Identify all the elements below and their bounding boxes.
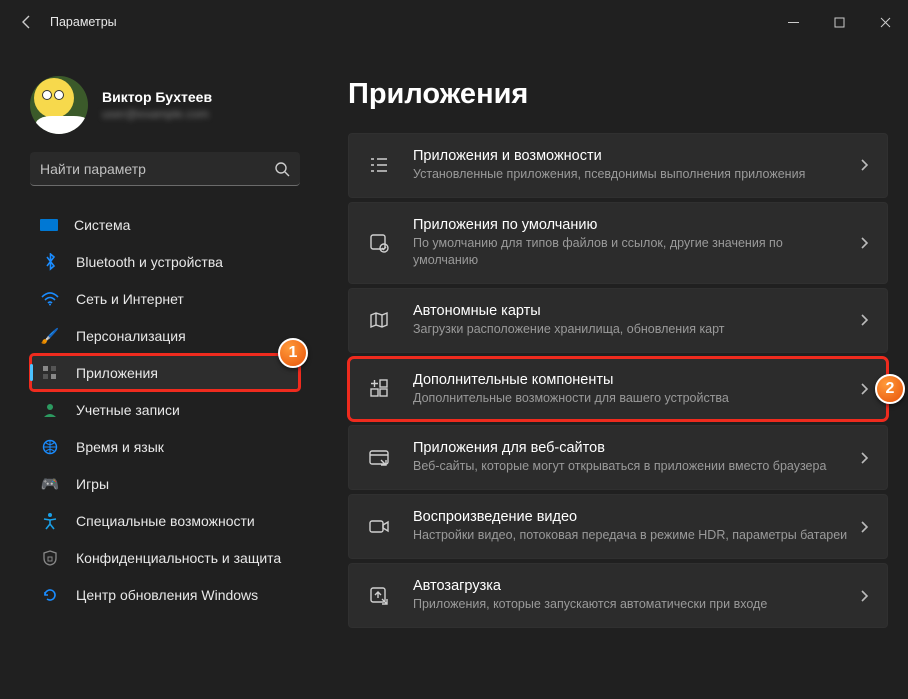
chevron-right-icon	[859, 236, 869, 250]
card-title: Приложения по умолчанию	[413, 217, 849, 233]
nav-gaming[interactable]: 🎮 Игры	[30, 465, 300, 502]
title-bar: Параметры	[0, 0, 908, 44]
card-title: Автономные карты	[413, 303, 849, 319]
sidebar: Виктор Бухтеев user@example.com Система …	[0, 44, 312, 632]
chevron-right-icon	[859, 520, 869, 534]
wifi-icon	[40, 289, 60, 309]
card-subtitle: Установленные приложения, псевдонимы вып…	[413, 166, 849, 183]
card-optional-features[interactable]: Дополнительные компоненты Дополнительные…	[348, 357, 888, 422]
bluetooth-icon	[40, 252, 60, 272]
profile-name: Виктор Бухтеев	[102, 89, 212, 105]
nav-label: Время и язык	[76, 439, 164, 455]
minimize-button[interactable]	[770, 6, 816, 38]
nav-bluetooth[interactable]: Bluetooth и устройства	[30, 243, 300, 280]
map-icon	[367, 308, 391, 332]
chevron-right-icon	[859, 451, 869, 465]
nav-label: Сеть и Интернет	[76, 291, 184, 307]
nav-time-language[interactable]: Время и язык	[30, 428, 300, 465]
card-subtitle: Настройки видео, потоковая передача в ре…	[413, 527, 849, 544]
person-icon	[40, 400, 60, 420]
default-apps-icon	[367, 231, 391, 255]
globe-icon	[40, 437, 60, 457]
nav-apps[interactable]: Приложения 1	[30, 354, 300, 391]
card-subtitle: Дополнительные возможности для вашего ус…	[413, 390, 849, 407]
chevron-right-icon	[859, 158, 869, 172]
back-button[interactable]	[10, 5, 44, 39]
avatar	[30, 76, 88, 134]
card-subtitle: По умолчанию для типов файлов и ссылок, …	[413, 235, 849, 269]
nav-accounts[interactable]: Учетные записи	[30, 391, 300, 428]
card-title: Воспроизведение видео	[413, 509, 849, 525]
nav-privacy[interactable]: Конфиденциальность и защита	[30, 539, 300, 576]
search-box[interactable]	[30, 152, 300, 186]
annotation-badge-1: 1	[278, 338, 308, 368]
nav-personalization[interactable]: 🖌️ Персонализация	[30, 317, 300, 354]
card-subtitle: Загрузки расположение хранилища, обновле…	[413, 321, 849, 338]
chevron-right-icon	[859, 313, 869, 327]
nav-list: Система Bluetooth и устройства Сеть и Ин…	[30, 206, 300, 613]
display-icon	[40, 219, 58, 231]
card-video-playback[interactable]: Воспроизведение видео Настройки видео, п…	[348, 494, 888, 559]
card-subtitle: Приложения, которые запускаются автомати…	[413, 596, 849, 613]
add-features-icon	[367, 377, 391, 401]
chevron-right-icon	[859, 589, 869, 603]
nav-label: Специальные возможности	[76, 513, 255, 529]
startup-icon	[367, 584, 391, 608]
chevron-right-icon	[859, 382, 869, 396]
nav-accessibility[interactable]: Специальные возможности	[30, 502, 300, 539]
card-apps-features[interactable]: Приложения и возможности Установленные п…	[348, 133, 888, 198]
nav-windows-update[interactable]: Центр обновления Windows	[30, 576, 300, 613]
card-startup[interactable]: Автозагрузка Приложения, которые запуска…	[348, 563, 888, 628]
update-icon	[40, 585, 60, 605]
close-button[interactable]	[862, 6, 908, 38]
nav-system[interactable]: Система	[30, 206, 300, 243]
window-controls	[770, 6, 908, 38]
search-input[interactable]	[40, 161, 274, 177]
shield-icon	[40, 548, 60, 568]
window-title: Параметры	[50, 15, 117, 29]
list-icon	[367, 153, 391, 177]
accessibility-icon	[40, 511, 60, 531]
nav-label: Персонализация	[76, 328, 186, 344]
nav-label: Система	[74, 217, 130, 233]
nav-label: Приложения	[76, 365, 158, 381]
nav-label: Bluetooth и устройства	[76, 254, 223, 270]
website-app-icon	[367, 446, 391, 470]
nav-label: Центр обновления Windows	[76, 587, 258, 603]
maximize-button[interactable]	[816, 6, 862, 38]
nav-network[interactable]: Сеть и Интернет	[30, 280, 300, 317]
nav-label: Конфиденциальность и защита	[76, 550, 281, 566]
main-panel: Приложения Приложения и возможности Уста…	[312, 44, 908, 632]
card-title: Дополнительные компоненты	[413, 372, 849, 388]
card-apps-for-websites[interactable]: Приложения для веб-сайтов Веб-сайты, кот…	[348, 425, 888, 490]
profile-email: user@example.com	[102, 107, 212, 121]
video-icon	[367, 515, 391, 539]
card-title: Автозагрузка	[413, 578, 849, 594]
search-icon	[274, 161, 290, 177]
card-offline-maps[interactable]: Автономные карты Загрузки расположение х…	[348, 288, 888, 353]
nav-label: Учетные записи	[76, 402, 180, 418]
card-title: Приложения для веб-сайтов	[413, 440, 849, 456]
card-default-apps[interactable]: Приложения по умолчанию По умолчанию для…	[348, 202, 888, 284]
page-title: Приложения	[348, 78, 888, 111]
card-title: Приложения и возможности	[413, 148, 849, 164]
nav-label: Игры	[76, 476, 109, 492]
annotation-badge-2: 2	[875, 374, 905, 404]
brush-icon: 🖌️	[40, 326, 60, 346]
apps-icon	[40, 363, 60, 383]
profile-block[interactable]: Виктор Бухтеев user@example.com	[30, 76, 300, 134]
gamepad-icon: 🎮	[40, 474, 60, 494]
card-subtitle: Веб-сайты, которые могут открываться в п…	[413, 458, 849, 475]
